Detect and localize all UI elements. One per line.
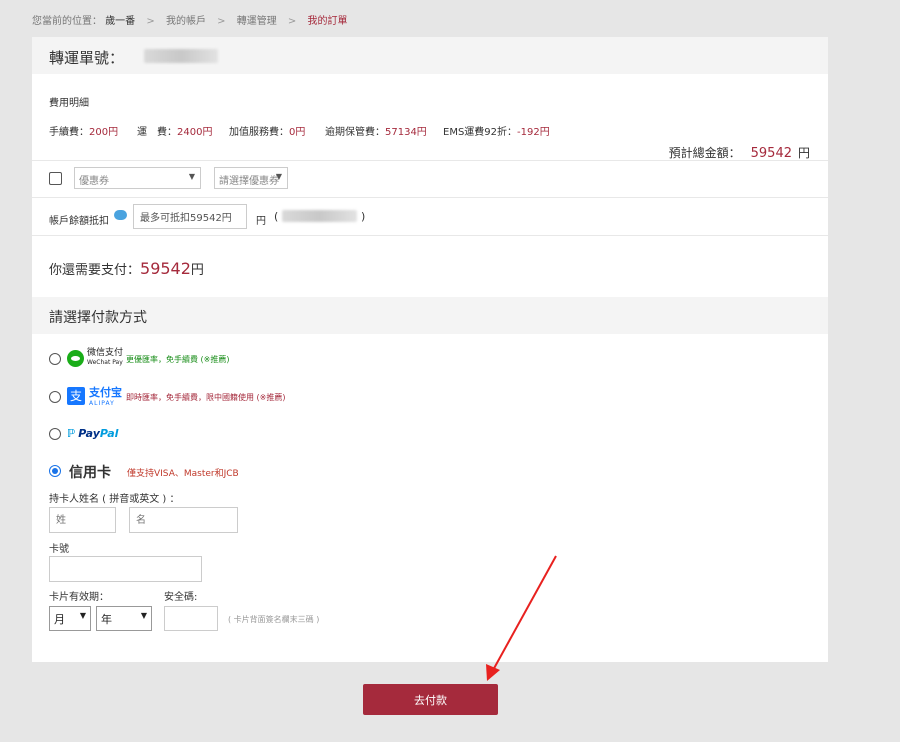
amount-due: 你還需要支付：59542円 <box>49 259 204 278</box>
first-name-field[interactable] <box>129 507 238 533</box>
expiry-label: 卡片有效期： <box>49 592 109 603</box>
account-balance-label: 帳戶餘額抵扣 <box>49 216 109 227</box>
breadcrumb-item-account[interactable]: 我的帳戶 <box>166 16 206 27</box>
estimated-total: 預計總金額： 59542 円 <box>669 144 810 161</box>
expiry-month-select[interactable]: 月 ▼ <box>49 606 91 631</box>
chat-bubble-icon[interactable] <box>114 210 127 220</box>
breadcrumb-item-home[interactable]: 歲一番 <box>105 16 135 27</box>
fee-item-handling: 手續費：200円 <box>49 127 119 138</box>
radio-credit-card[interactable] <box>49 465 61 477</box>
fee-detail-title: 費用明細 <box>49 98 89 109</box>
coupon-checkbox[interactable] <box>49 172 62 185</box>
order-header: 轉運單號： <box>32 37 828 74</box>
card-number-label: 卡號 <box>49 544 69 555</box>
radio-alipay[interactable] <box>49 391 61 403</box>
account-balance-redacted <box>282 210 357 222</box>
estimated-total-unit: 円 <box>797 146 810 160</box>
amount-due-value: 59542 <box>140 259 191 278</box>
divider <box>32 160 828 161</box>
order-number-redacted <box>144 49 218 63</box>
cvv-label: 安全碼: <box>164 592 198 603</box>
alipay-icon: 支 <box>67 387 85 405</box>
chevron-down-icon: ▼ <box>188 172 195 181</box>
last-name-field[interactable] <box>49 507 116 533</box>
cvv-hint: ( 卡片背面簽名欄末三碼 ) <box>228 615 320 624</box>
fee-item-value-added: 加值服務費：0円 <box>229 127 306 138</box>
alipay-logo: 支付宝 ALIPAY <box>89 386 122 407</box>
wechat-pay-note: 更優匯率，免手續費 (※推薦) <box>126 355 230 364</box>
paren-close: ) <box>361 210 366 223</box>
cardholder-name-label: 持卡人姓名 ( 拼音或英文 ) ： <box>49 494 180 505</box>
fee-item-ems: EMS運費92折：-192円 <box>443 127 550 138</box>
amount-due-unit: 円 <box>190 263 204 278</box>
coupon-select[interactable]: 請選擇優惠券 ▼ <box>214 167 288 189</box>
chevron-down-icon: ▼ <box>79 611 86 620</box>
payment-method-title: 請選擇付款方式 <box>49 310 147 326</box>
alipay-note: 即時匯率，免手續費，限中國籍使用 (※推薦) <box>126 393 286 402</box>
fee-item-shipping: 運 費：2400円 <box>137 127 213 138</box>
credit-card-note: 僅支持VISA、Master和JCB <box>127 469 239 479</box>
breadcrumb-separator: > <box>217 16 226 27</box>
divider <box>32 235 828 236</box>
breadcrumb: 您當前的位置： 歲一番 > 我的帳戶 > 轉運管理 > 我的訂單 <box>32 12 347 27</box>
paren-open: ( <box>274 210 279 223</box>
card-number-field[interactable] <box>49 556 202 582</box>
breadcrumb-separator: > <box>146 16 155 27</box>
radio-wechat-pay[interactable] <box>49 353 61 365</box>
divider <box>32 197 828 198</box>
coupon-type-select[interactable]: 優惠券 ▼ <box>74 167 201 189</box>
payment-method-header: 請選擇付款方式 <box>32 297 828 334</box>
chevron-down-icon: ▼ <box>140 611 147 620</box>
breadcrumb-separator: > <box>287 16 297 27</box>
expiry-year-select[interactable]: 年 ▼ <box>96 606 152 631</box>
paypal-icon: ℙ <box>67 427 76 440</box>
breadcrumb-item-orders[interactable]: 我的訂單 <box>307 16 347 27</box>
pay-button[interactable]: 去付款 <box>363 684 498 715</box>
estimated-total-label: 預計總金額： <box>668 146 741 160</box>
account-balance-unit: 円 <box>256 216 266 227</box>
fee-item-overdue: 逾期保管費：57134円 <box>325 127 427 138</box>
breadcrumb-item-forwarding[interactable]: 轉運管理 <box>237 16 277 27</box>
order-payment-card: 轉運單號： 費用明細 手續費：200円 運 費：2400円 加值服務費：0円 逾… <box>32 37 828 662</box>
estimated-total-value: 59542 <box>750 146 792 161</box>
breadcrumb-prefix: 您當前的位置： <box>32 16 102 27</box>
chevron-down-icon: ▼ <box>275 172 282 181</box>
paypal-logo: ℙ PayPal <box>67 427 119 440</box>
wechat-pay-logo: 微信支付 WeChat Pay <box>87 348 124 367</box>
wechat-icon <box>67 350 84 367</box>
order-number-label: 轉運單號： <box>49 49 125 67</box>
radio-paypal[interactable] <box>49 428 61 440</box>
account-balance-input[interactable] <box>133 204 247 229</box>
cvv-field[interactable] <box>164 606 218 631</box>
credit-card-title: 信用卡 <box>69 465 111 481</box>
amount-due-label: 你還需要支付： <box>49 263 141 278</box>
